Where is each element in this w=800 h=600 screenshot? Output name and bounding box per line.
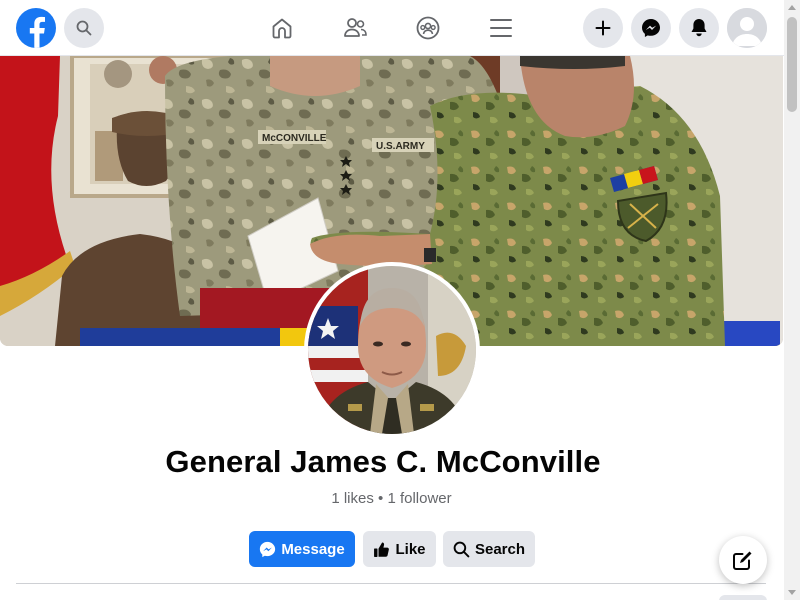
scrollbar-thumb[interactable] (787, 17, 797, 112)
like-button-label: Like (395, 540, 426, 558)
nav-menu-tab[interactable] (483, 10, 519, 46)
scroll-up-arrow-icon[interactable] (788, 5, 796, 10)
message-button-label: Message (281, 540, 345, 558)
messenger-icon (642, 19, 660, 37)
likes-followers-count[interactable]: 1 likes • 1 follower (0, 490, 783, 507)
messenger-button[interactable] (631, 8, 671, 48)
page-title: General James C. McConville (165, 444, 601, 479)
search-icon (453, 541, 470, 558)
messenger-icon (259, 541, 276, 558)
facebook-logo-icon[interactable] (16, 8, 56, 48)
thumbs-up-icon (373, 541, 390, 558)
top-navigation-bar (0, 0, 784, 56)
search-button[interactable] (64, 8, 104, 48)
search-icon (76, 20, 92, 36)
compose-icon (733, 551, 752, 570)
user-avatar-icon (727, 8, 767, 48)
bell-icon (691, 19, 707, 37)
section-divider (16, 583, 766, 584)
cover-nametape-left: McCONVILLE (262, 133, 327, 144)
home-icon (272, 18, 292, 39)
page-search-button[interactable]: Search (443, 531, 535, 567)
like-button[interactable]: Like (363, 531, 436, 567)
search-button-label: Search (474, 540, 526, 558)
tab-strip-peek (719, 595, 767, 600)
notifications-button[interactable] (679, 8, 719, 48)
friends-icon (344, 18, 367, 37)
page-scrollbar[interactable] (784, 0, 800, 600)
nav-groups-tab[interactable] (410, 10, 446, 46)
groups-icon (416, 16, 440, 40)
menu-icon (490, 19, 512, 37)
profile-picture[interactable] (304, 262, 480, 438)
nav-friends-tab[interactable] (337, 10, 373, 46)
plus-icon (595, 20, 611, 36)
account-avatar-button[interactable] (727, 8, 767, 48)
nav-home-tab[interactable] (264, 10, 300, 46)
create-button[interactable] (583, 8, 623, 48)
cover-usarmy-tape: U.S.ARMY (376, 141, 425, 152)
message-button[interactable]: Message (249, 531, 355, 567)
scroll-down-arrow-icon[interactable] (788, 590, 796, 595)
new-message-button[interactable] (719, 536, 767, 584)
